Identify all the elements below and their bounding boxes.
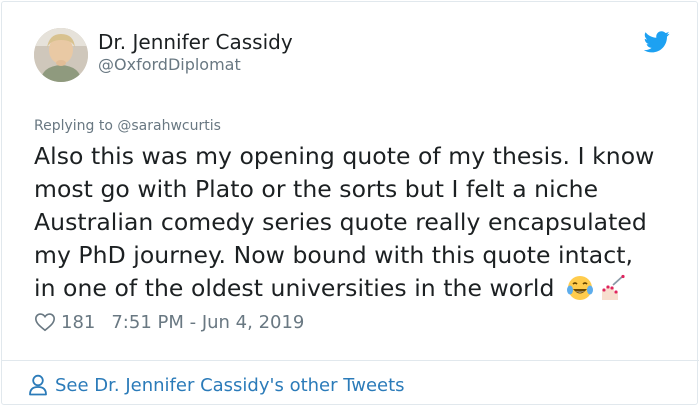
reply-handle-link[interactable]: @sarahwcurtis (117, 118, 221, 134)
author-name[interactable]: Dr. Jennifer Cassidy (98, 30, 293, 54)
tweet-line: Australian comedy series quote really en… (34, 208, 647, 236)
tweet-text: Also this was my opening quote of my the… (34, 140, 684, 305)
user-icon (29, 374, 47, 396)
footer-divider (2, 360, 699, 361)
avatar-image (34, 28, 88, 82)
see-other-tweets-link[interactable]: See Dr. Jennifer Cassidy's other Tweets (28, 372, 405, 398)
nail-polish-emoji (601, 274, 625, 300)
tweet-line: most go with Plato or the sorts but I fe… (34, 175, 599, 203)
tears-of-joy-emoji (566, 276, 593, 300)
tweet-card: Dr. Jennifer Cassidy @OxfordDiplomat Rep… (1, 1, 699, 405)
avatar[interactable] (34, 28, 88, 82)
author-handle[interactable]: @OxfordDiplomat (98, 55, 241, 75)
tweet-line: Also this was my opening quote of my the… (34, 142, 655, 170)
tweet-line: in one of the oldest universities in the… (34, 274, 555, 302)
like-count: 181 (61, 311, 96, 333)
reply-prefix: Replying to (34, 118, 118, 134)
reply-context: Replying to @sarahwcurtis (34, 117, 221, 135)
twitter-bird-icon[interactable] (644, 31, 670, 53)
tweet-meta: 181 7:51 PM - Jun 4, 2019 (34, 309, 304, 335)
tweet-timestamp[interactable]: 7:51 PM - Jun 4, 2019 (111, 312, 304, 333)
tweet-line: my PhD journey. Now bound with this quot… (34, 241, 634, 269)
tweet-line-last: in one of the oldest universities in the… (34, 272, 684, 305)
heart-icon[interactable] (34, 311, 56, 333)
see-other-tweets-label[interactable]: See Dr. Jennifer Cassidy's other Tweets (55, 375, 405, 396)
